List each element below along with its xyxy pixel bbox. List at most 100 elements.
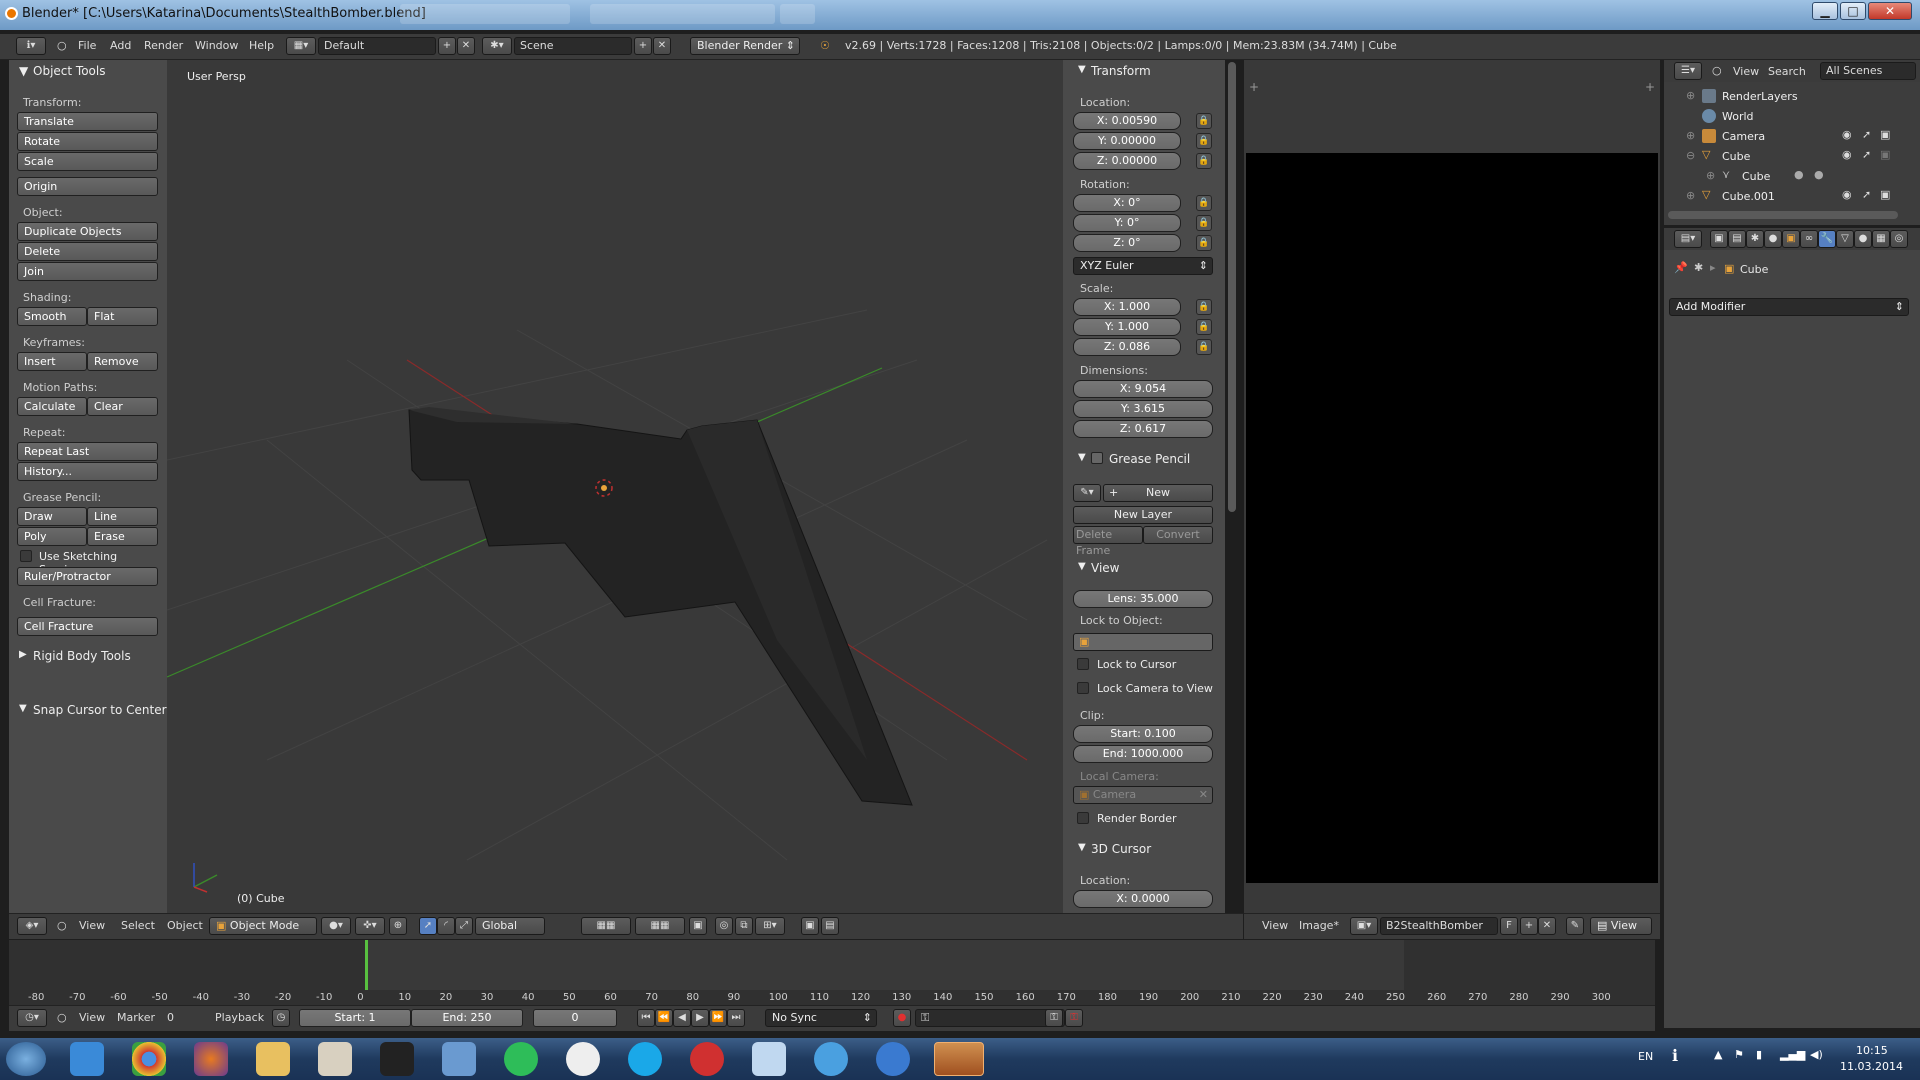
delete-frame-button[interactable]: Delete Frame [1073, 526, 1143, 557]
stealth-bomber-mesh[interactable] [408, 409, 913, 806]
world-tab-icon[interactable]: ● [1764, 230, 1782, 248]
render-border-checkbox[interactable] [1077, 812, 1089, 824]
power-icon[interactable]: ▮ [1756, 1048, 1762, 1061]
outliner-row[interactable]: ⊕ ▽ Cube.001 ◉ ➚ ▣ [1664, 187, 1902, 207]
delete-keyframe-icon[interactable]: ⚿ [1065, 1009, 1083, 1027]
outliner-row[interactable]: ⊕ ⋎ Cube ● ● [1664, 167, 1902, 187]
location-y-field[interactable]: Y: 0.00000 [1073, 132, 1181, 150]
clip-end-field[interactable]: End: 1000.000 [1073, 745, 1213, 763]
object-menu[interactable]: Object [167, 919, 203, 932]
convert-button[interactable]: Convert [1143, 526, 1213, 544]
visibility-eye-icon[interactable]: ◉ [1842, 128, 1852, 141]
rotate-manipulator-icon[interactable]: ◜ [437, 917, 455, 935]
menu-help[interactable]: Help [249, 39, 274, 52]
translate-manipulator-icon[interactable]: ➚ [419, 917, 437, 935]
scene-icon[interactable]: ✱▾ [482, 37, 512, 55]
duplicate-objects-button[interactable]: Duplicate Objects [17, 222, 158, 241]
origin-button[interactable]: Origin [17, 177, 158, 196]
fake-user-button[interactable]: F [1500, 917, 1518, 935]
dimension-z-field[interactable]: Z: 0.617 [1073, 420, 1213, 438]
delete-screen-icon[interactable]: ✕ [457, 37, 475, 55]
clear-field-icon[interactable]: ✕ [1199, 787, 1208, 803]
render-camera-icon[interactable]: ▣ [1880, 188, 1890, 201]
object-tools-title[interactable]: Object Tools [33, 64, 105, 78]
rotation-x-field[interactable]: X: 0° [1073, 194, 1181, 212]
lock-icon[interactable]: 🔒 [1196, 215, 1212, 231]
add-scene-icon[interactable]: + [634, 37, 652, 55]
view-menu[interactable]: View [79, 919, 105, 932]
rigid-body-expand-icon[interactable]: ▶ [19, 649, 27, 660]
select-arrow-icon[interactable]: ➚ [1862, 148, 1871, 161]
show-hidden-icons-icon[interactable]: ▲ [1714, 1048, 1722, 1061]
maximize-button[interactable]: □ [1840, 2, 1866, 20]
scale-y-field[interactable]: Y: 1.000 [1073, 318, 1181, 336]
clip-start-field[interactable]: Start: 0.100 [1073, 725, 1213, 743]
display-mode-dropdown[interactable]: All Scenes [1820, 62, 1916, 80]
mode-dropdown[interactable]: ▣ Object Mode [209, 917, 317, 935]
rotation-y-field[interactable]: Y: 0° [1073, 214, 1181, 232]
jump-end-icon[interactable]: ⏭ [727, 1009, 745, 1027]
select-arrow-icon[interactable]: ➚ [1862, 128, 1871, 141]
modifiers-tab-icon[interactable]: 🔧 [1818, 230, 1836, 248]
expand-icon[interactable]: ⊕ [1686, 129, 1695, 142]
current-frame-field[interactable]: 0 [533, 1009, 617, 1027]
join-button[interactable]: Join [17, 262, 158, 281]
messenger-icon[interactable] [814, 1042, 848, 1076]
menu-window[interactable]: Window [195, 39, 238, 52]
grease-pencil-panel-title[interactable]: Grease Pencil [1109, 452, 1190, 466]
marker-menu[interactable]: Marker [117, 1011, 155, 1024]
collapse-icon[interactable]: ⊖ [1686, 149, 1695, 162]
lens-field[interactable]: Lens: 35.000 [1073, 590, 1213, 608]
playback-menu[interactable]: Playback [215, 1011, 264, 1024]
new-grease-button[interactable]: + New [1103, 484, 1213, 502]
file-explorer-icon[interactable] [256, 1042, 290, 1076]
menu-file[interactable]: File [78, 39, 96, 52]
close-button[interactable]: ✕ [1868, 2, 1912, 20]
snap-element-icon[interactable]: ⊞▾ [755, 917, 785, 935]
lock-icon[interactable]: 🔒 [1196, 339, 1212, 355]
image-view-mode-dropdown[interactable]: ▤ View [1590, 917, 1652, 935]
3d-cursor-panel-title[interactable]: 3D Cursor [1091, 842, 1151, 856]
keying-set-field[interactable]: ⚿ [915, 1009, 1065, 1027]
play-reverse-icon[interactable]: ◀ [673, 1009, 691, 1027]
image-editor[interactable]: + + [1244, 60, 1660, 913]
snap-toggle-icon[interactable]: ⧉ [735, 917, 753, 935]
translate-button[interactable]: Translate [17, 112, 158, 131]
scale-button[interactable]: Scale [17, 152, 158, 171]
expand-icon[interactable]: ⊕ [1706, 169, 1715, 182]
image-canvas[interactable] [1246, 153, 1658, 883]
render-animation-icon[interactable]: ▤ [821, 917, 839, 935]
lock-icon[interactable]: 🔒 [1196, 235, 1212, 251]
clock-date[interactable]: 11.03.2014 [1840, 1060, 1903, 1073]
lock-icon[interactable]: 🔒 [1196, 113, 1212, 129]
rotation-z-field[interactable]: Z: 0° [1073, 234, 1181, 252]
lock-icon[interactable]: 🔒 [1196, 153, 1212, 169]
chrome-icon[interactable] [132, 1042, 166, 1076]
rigid-body-tools-title[interactable]: Rigid Body Tools [33, 649, 131, 663]
layers-grid-icon[interactable]: ▦▦ [635, 917, 685, 935]
local-camera-field[interactable]: ▣ Camera ✕ [1073, 786, 1213, 804]
play-icon[interactable]: ▶ [691, 1009, 709, 1027]
smooth-button[interactable]: Smooth [17, 307, 87, 326]
new-image-icon[interactable]: + [1520, 917, 1538, 935]
properties-editor-icon[interactable]: ▤▾ [1674, 230, 1702, 248]
constraints-tab-icon[interactable]: ∞ [1800, 230, 1818, 248]
render-camera-icon[interactable]: ▣ [1880, 148, 1890, 161]
outliner-row[interactable]: ⊖ ▽ Cube ◉ ➚ ▣ [1664, 147, 1902, 167]
calculator-icon[interactable] [752, 1042, 786, 1076]
properties-toggle-icon[interactable]: + [1645, 80, 1655, 94]
header-collapse-icon[interactable]: ○ [57, 1011, 67, 1024]
image-name-field[interactable]: B2StealthBomber [1380, 917, 1498, 935]
ruler-protractor-button[interactable]: Ruler/Protractor [17, 567, 158, 586]
snap-cursor-collapse-icon[interactable]: ▼ [19, 703, 27, 714]
network-icon[interactable]: ▂▄▆ [1780, 1048, 1805, 1061]
lock-object-field[interactable]: ▣ [1073, 633, 1213, 651]
blender-taskbar-icon[interactable] [934, 1042, 984, 1076]
location-z-field[interactable]: Z: 0.00000 [1073, 152, 1181, 170]
cursor-x-field[interactable]: X: 0.0000 [1073, 890, 1213, 908]
3d-viewport[interactable]: User Persp (0) Cube [167, 60, 1063, 913]
current-frame-indicator[interactable] [365, 940, 368, 990]
poly-button[interactable]: Poly [17, 527, 87, 546]
screen-layout-field[interactable]: Default [318, 37, 436, 55]
spotify-icon[interactable] [504, 1042, 538, 1076]
